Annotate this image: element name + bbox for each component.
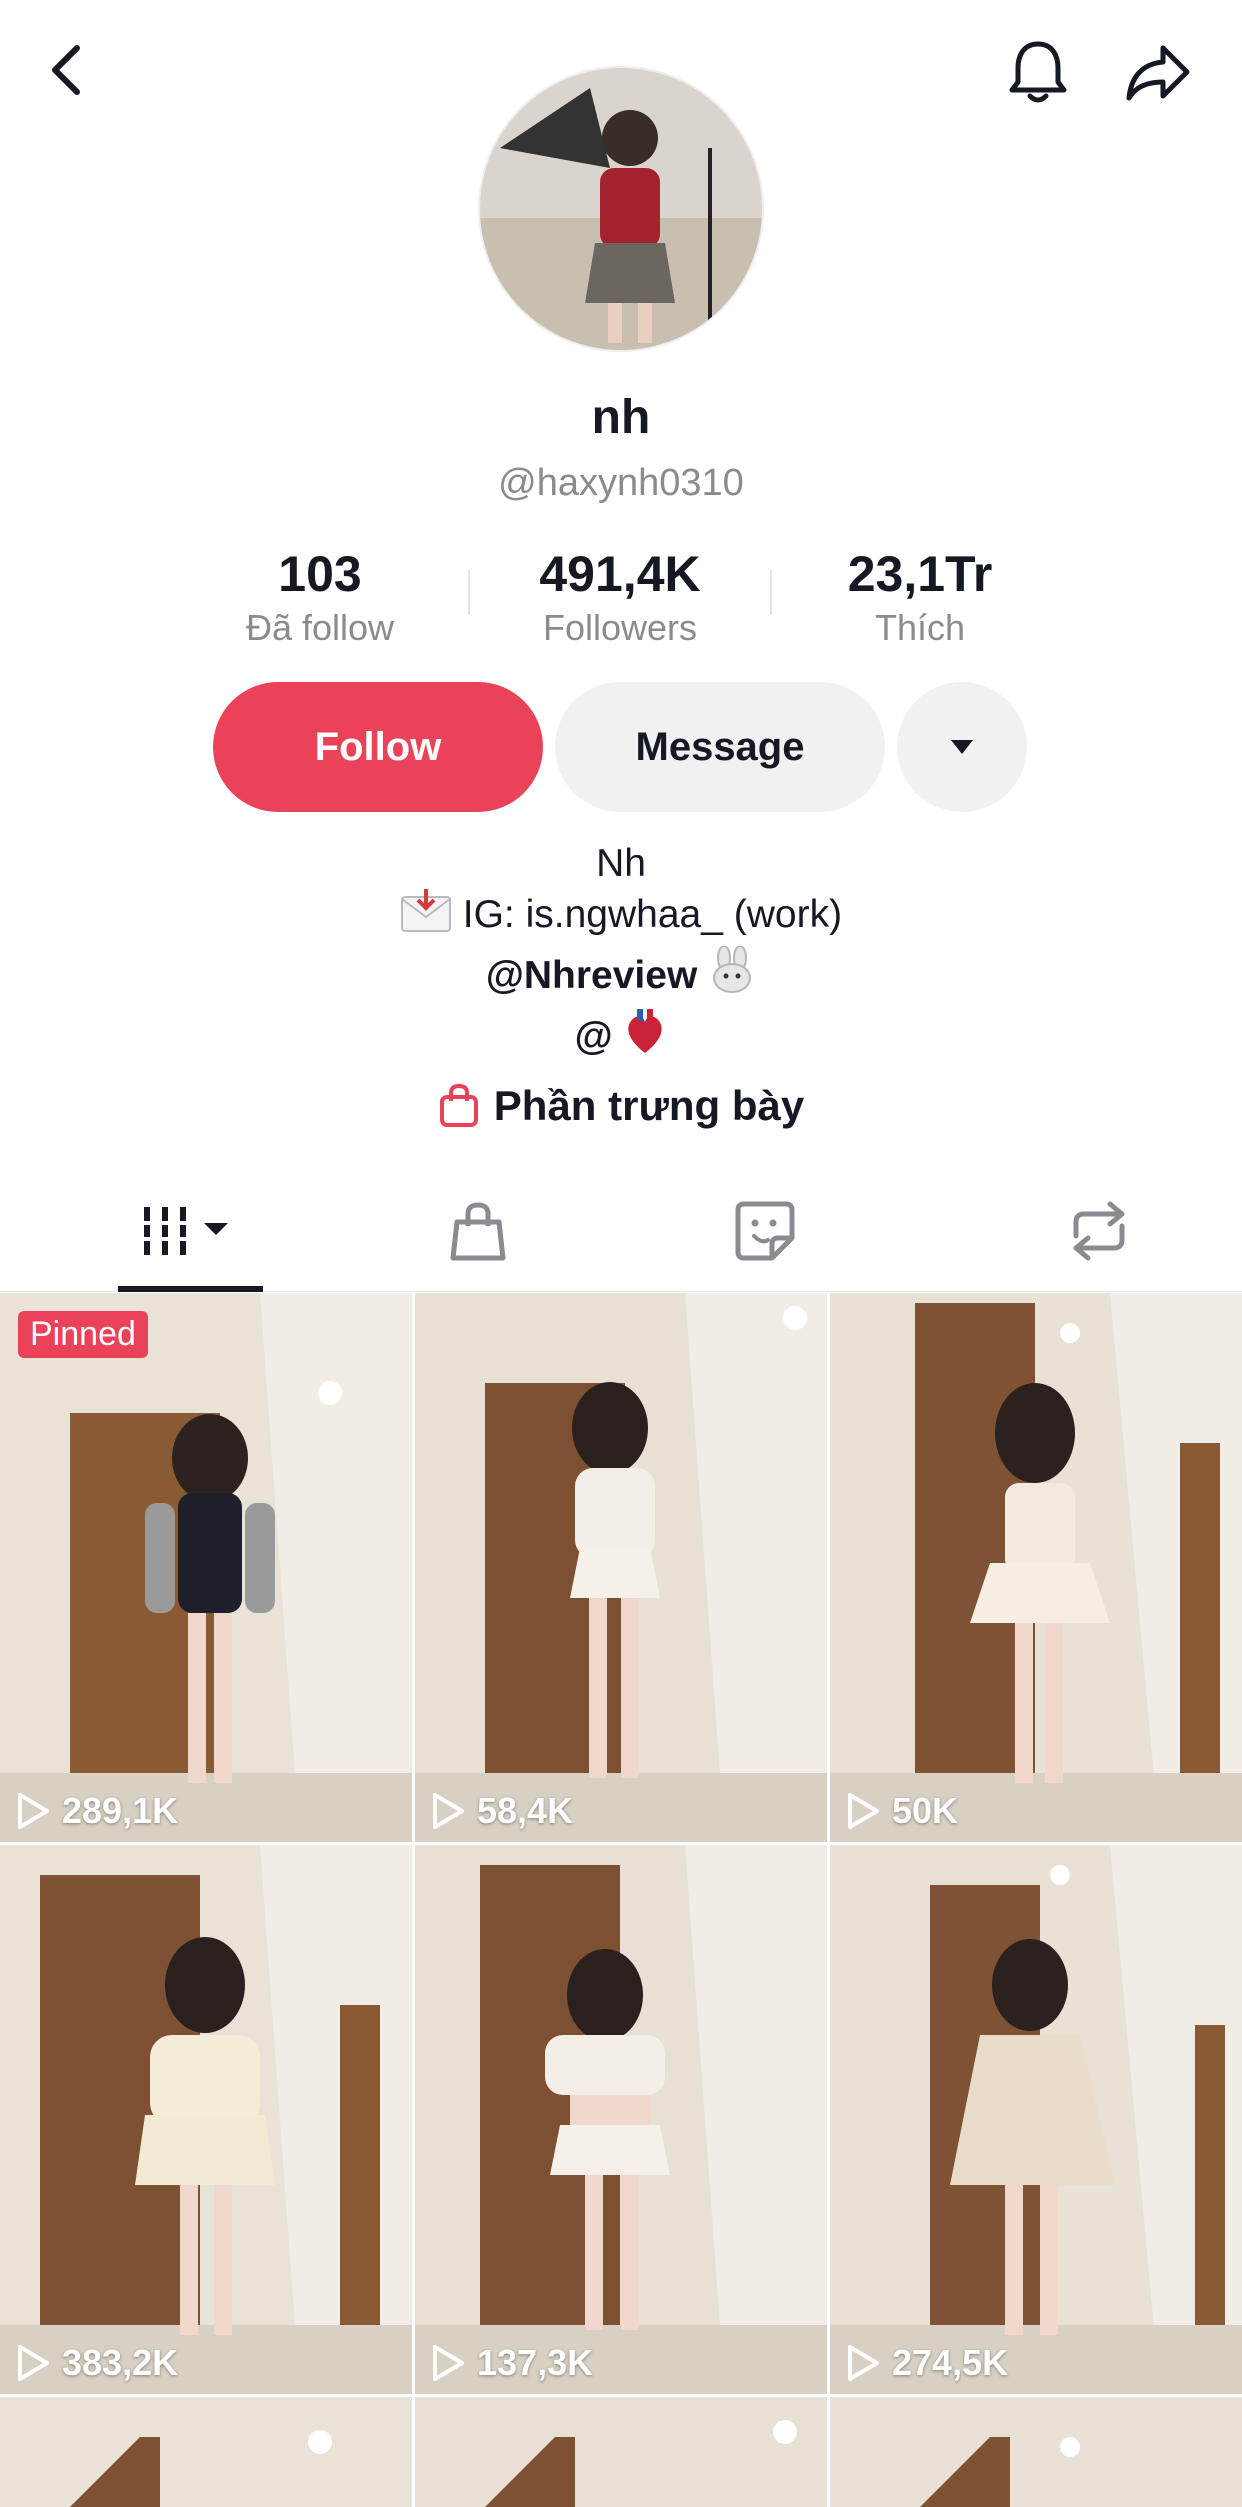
message-button[interactable]: Message — [555, 682, 885, 812]
play-icon — [433, 2345, 464, 2381]
repost-icon — [1073, 1201, 1124, 1261]
username-handle: @haxynh0310 — [498, 462, 744, 504]
stat-value: 23,1Tr — [847, 546, 993, 602]
videos-grid-icon — [142, 1207, 228, 1255]
view-count-text: 274,5K — [892, 2342, 1009, 2383]
view-count: 50K — [846, 1790, 958, 1832]
view-count: 58,4K — [431, 1790, 573, 1832]
bio-line-heart: @ — [0, 1007, 1242, 1068]
video-thumbnail[interactable]: 58,4K — [415, 1293, 827, 1842]
view-count-text: 289,1K — [62, 1790, 179, 1831]
mention-symbol[interactable]: @ — [575, 1015, 613, 1058]
bio-line-ig: IG: is.ngwhaa_ (work) — [0, 889, 1242, 946]
view-count: 274,5K — [846, 2342, 1008, 2384]
tab-reposts[interactable] — [955, 1170, 1242, 1292]
triangle-down-icon — [951, 740, 973, 754]
envelope-icon — [400, 889, 452, 946]
shopping-bag-icon — [450, 1202, 505, 1261]
tab-shop[interactable] — [380, 1170, 575, 1292]
more-options-button[interactable] — [897, 682, 1027, 812]
video-thumbnail[interactable]: 137,3K — [415, 1845, 827, 2394]
stat-value: 491,4K — [539, 546, 701, 602]
profile-bio: Nh IG: is.ngwhaa_ (work) @Nhreview @ — [0, 838, 1242, 1068]
bell-icon — [1009, 41, 1066, 102]
video-thumbnail[interactable]: 274,5K — [830, 1845, 1242, 2394]
display-name: nh — [591, 391, 651, 444]
tab-videos[interactable] — [0, 1170, 380, 1292]
view-count-text: 383,2K — [62, 2342, 179, 2383]
stat-likes[interactable]: 23,1Tr Thích — [770, 545, 1070, 655]
stat-label: Thích — [874, 607, 966, 648]
showcase-link[interactable]: Phần trưng bày — [0, 1082, 1242, 1130]
view-count: 137,3K — [431, 2342, 593, 2384]
profile-tabs — [0, 1170, 1242, 1292]
anatomical-heart-icon — [623, 1007, 667, 1068]
stat-following[interactable]: 103 Đã follow — [170, 545, 470, 655]
notification-button[interactable] — [995, 30, 1080, 115]
profile-stats: 103 Đã follow 491,4K Followers 23,1Tr Th… — [170, 545, 1070, 655]
video-grid: Pinned 289,1K 58,4K 50K 383,2K 137,3K 27… — [0, 1293, 1242, 2507]
play-icon — [848, 2345, 879, 2381]
back-button[interactable] — [30, 30, 100, 110]
view-count-text: 50K — [892, 1790, 959, 1831]
tab-stickers[interactable] — [575, 1170, 955, 1292]
stat-followers[interactable]: 491,4K Followers — [468, 545, 772, 655]
video-thumbnail[interactable]: 383,2K — [0, 1845, 412, 2394]
video-thumbnail[interactable] — [0, 2397, 412, 2507]
play-icon — [433, 1793, 464, 1829]
stat-label: Đã follow — [245, 607, 395, 648]
showcase-label: Phần trưng bày — [493, 1082, 805, 1129]
video-thumbnail[interactable] — [415, 2397, 827, 2507]
follow-button[interactable]: Follow — [213, 682, 543, 812]
share-arrow-icon — [1126, 45, 1189, 100]
back-arrow-icon — [52, 45, 80, 95]
bio-ig-text: IG: is.ngwhaa_ (work) — [462, 893, 843, 936]
bio-line: Nh — [596, 842, 646, 885]
view-count: 289,1K — [16, 1790, 178, 1832]
play-icon — [18, 2345, 49, 2381]
play-icon — [848, 1793, 879, 1829]
bio-line-mention: @Nhreview — [0, 945, 1242, 1007]
stat-divider — [468, 570, 470, 615]
profile-avatar[interactable] — [478, 66, 764, 352]
view-count: 383,2K — [16, 2342, 178, 2384]
view-count-text: 58,4K — [477, 1790, 574, 1831]
view-count-text: 137,3K — [477, 2342, 594, 2383]
sticker-icon — [735, 1201, 795, 1261]
stat-value: 103 — [278, 546, 362, 602]
share-button[interactable] — [1115, 30, 1200, 115]
video-thumbnail[interactable]: 50K — [830, 1293, 1242, 1842]
video-thumbnail[interactable]: Pinned 289,1K — [0, 1293, 412, 1842]
pinned-badge: Pinned — [18, 1311, 148, 1358]
play-icon — [18, 1793, 49, 1829]
shopping-bag-icon — [439, 1083, 478, 1127]
video-thumbnail[interactable] — [830, 2397, 1242, 2507]
stat-label: Followers — [542, 607, 698, 648]
active-tab-indicator — [118, 1286, 263, 1292]
profile-actions: Follow Message — [213, 682, 1027, 812]
rabbit-icon — [708, 945, 756, 1007]
mention-link[interactable]: @Nhreview — [486, 954, 697, 997]
